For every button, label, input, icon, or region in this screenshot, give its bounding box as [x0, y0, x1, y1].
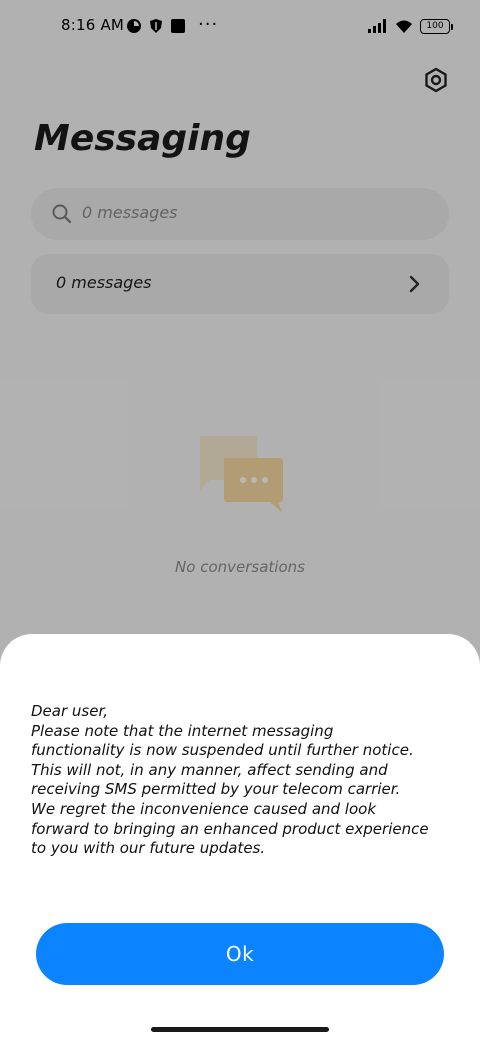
ok-button[interactable]: Ok: [36, 923, 444, 985]
home-indicator[interactable]: [151, 1027, 329, 1032]
dialog-message: Dear user, Please note that the internet…: [31, 702, 429, 858]
notice-dialog: Dear user, Please note that the internet…: [0, 634, 480, 1040]
